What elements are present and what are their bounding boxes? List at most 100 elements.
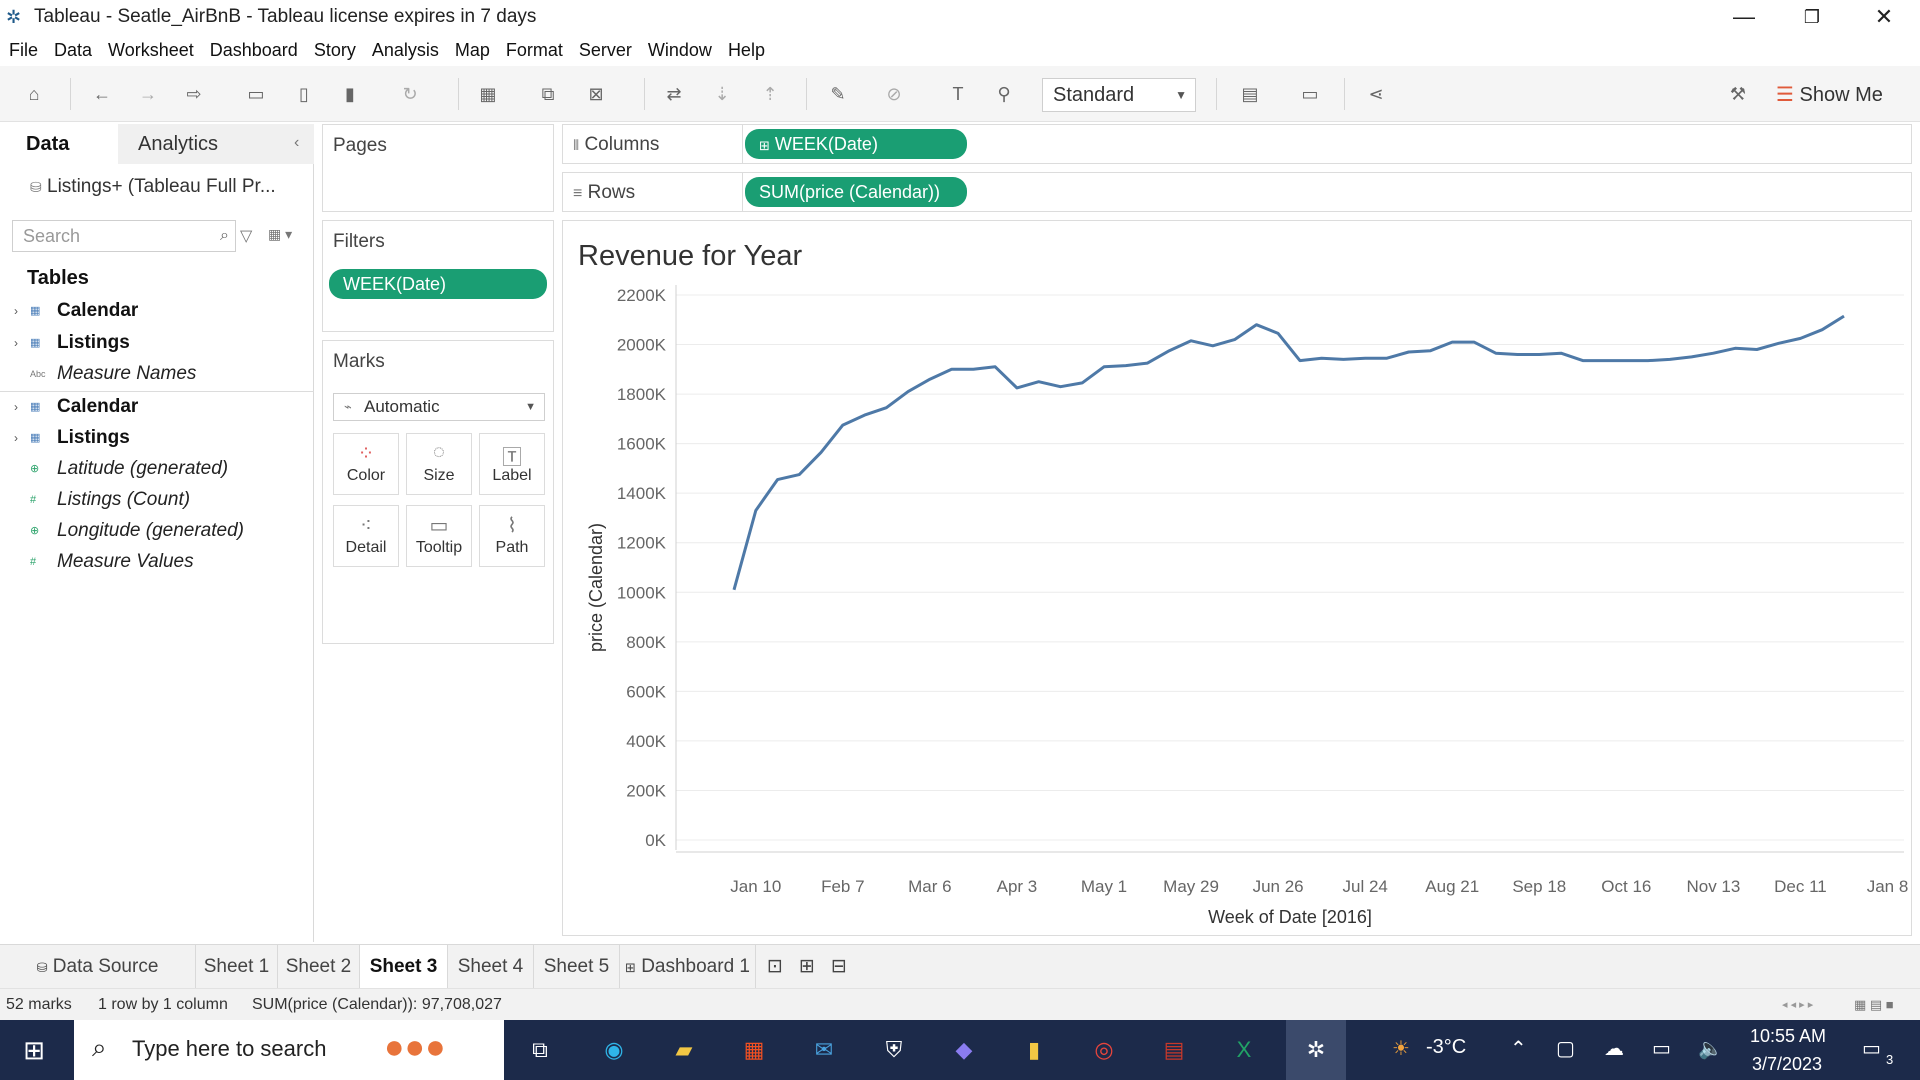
pause-updates-icon[interactable]: ▮ [336,80,364,108]
copilot-icon[interactable]: ◆ [944,1030,984,1070]
task-view-icon[interactable]: ⧉ [520,1030,560,1070]
menu-map[interactable]: Map [455,36,490,64]
field-item[interactable]: › ▦ Calendar [0,392,314,422]
page-nav-icon[interactable]: ◂ ◂ ▸ ▸ [1782,989,1813,1021]
field-item[interactable]: # Listings (Count) [0,485,314,515]
new-worksheet-icon[interactable]: ▦ [474,80,502,108]
microsoft-store-icon[interactable]: ▦ [734,1030,774,1070]
columns-shelf[interactable]: ⦀ Columns ⊞ WEEK(Date) [562,124,1912,164]
volume-icon[interactable]: 🔈 [1698,1036,1723,1061]
field-item[interactable]: › ▦ Listings [0,423,314,453]
line-chart[interactable]: 0K 200K 400K 600K 800K 1000K 1200K 1400K 1600K 18… [562,220,1912,936]
share-icon[interactable]: ⋖ [1362,80,1390,108]
replay-icon[interactable]: ⇨ [180,80,208,108]
menu-server[interactable]: Server [579,36,632,64]
field-item[interactable]: › ▦ Calendar [0,296,314,326]
field-item[interactable]: # Measure Values [0,547,314,577]
show-me-button[interactable]: ☰ Show Me [1776,82,1883,107]
field-item[interactable]: ⊕ Latitude (generated) [0,454,314,484]
file-explorer-icon[interactable]: ▰ [664,1030,704,1070]
columns-pill-week-date[interactable]: ⊞ WEEK(Date) [745,129,967,159]
menu-story[interactable]: Story [314,36,356,64]
weather-temp[interactable]: -3°C [1426,1036,1466,1059]
notification-icon[interactable]: ▭ [1862,1036,1881,1061]
windows-start-icon[interactable]: ⊞ [14,1030,54,1070]
camera-icon[interactable]: ▢ [1556,1036,1575,1061]
color-button[interactable]: ⁘ Color [333,433,399,495]
onedrive-icon[interactable]: ☁ [1604,1036,1624,1061]
clear-sheet-icon[interactable]: ⊠ [582,80,610,108]
show-cards-icon[interactable]: ▤ [1236,80,1264,108]
duplicate-sheet-icon[interactable]: ⧉ [534,80,562,108]
tableau-taskbar-icon[interactable]: ✲ [1286,1020,1346,1080]
tab-data-source[interactable]: ⛁ Data Source [0,945,196,989]
refresh-icon[interactable]: ↻ [396,80,424,108]
save-icon[interactable]: ▭ [242,80,270,108]
undo-icon[interactable]: ← [88,80,116,108]
clock-date[interactable]: 3/7/2023 [1752,1054,1822,1075]
group-members-icon[interactable]: ⊘ [880,80,908,108]
search-input[interactable]: Search ⌕ [12,220,236,252]
menu-analysis[interactable]: Analysis [372,36,439,64]
security-shield-icon[interactable]: ⛨ [874,1030,914,1070]
sort-ascending-icon[interactable]: ⇣ [708,80,736,108]
new-datasource-icon[interactable]: ▯ [290,80,318,108]
format-painter-icon[interactable]: ⚒ [1724,80,1752,108]
tab-sheet-5[interactable]: Sheet 5 [534,945,620,989]
sort-descending-icon[interactable]: ⇡ [756,80,784,108]
pages-card[interactable]: Pages [322,124,554,212]
rows-pill-sum-price[interactable]: SUM(price (Calendar)) [745,177,967,207]
detail-button[interactable]: ⁖ Detail [333,505,399,567]
filters-card[interactable]: Filters WEEK(Date) [322,220,554,332]
menu-file[interactable]: File [9,36,38,64]
highlight-icon[interactable]: ✎ [824,80,852,108]
datasource-item[interactable]: ⛁ Listings+ (Tableau Full Pr... [30,176,276,198]
swap-rows-columns-icon[interactable]: ⇄ [660,80,688,108]
chevron-up-icon[interactable]: ⌃ [1510,1036,1527,1061]
fix-axes-icon[interactable]: ⚲ [990,80,1018,108]
battery-icon[interactable]: ▭ [1652,1036,1671,1061]
tab-sheet-3[interactable]: Sheet 3 [360,945,448,989]
collapse-pane-icon[interactable]: ‹ [294,134,299,152]
menu-format[interactable]: Format [506,36,563,64]
tab-analytics[interactable]: Analytics [118,124,314,164]
show-mark-labels-icon[interactable]: T [944,80,972,108]
field-item[interactable]: Abc Measure Names [0,359,314,389]
power-bi-icon[interactable]: ▮ [1014,1030,1054,1070]
fit-select[interactable]: Standard ▼ [1042,78,1196,112]
rows-shelf[interactable]: ≡ Rows SUM(price (Calendar)) [562,172,1912,212]
filter-pill-week-date[interactable]: WEEK(Date) [329,269,547,299]
tab-dashboard-1[interactable]: ⊞ Dashboard 1 [620,945,756,989]
new-story-icon[interactable]: ⊟ [824,945,854,989]
tab-sheet-4[interactable]: Sheet 4 [448,945,534,989]
new-worksheet-icon[interactable]: ⊡ [760,945,790,989]
path-button[interactable]: ⌇ Path [479,505,545,567]
mark-type-select[interactable]: ⌁ Automatic ▼ [333,393,545,421]
new-dashboard-icon[interactable]: ⊞ [792,945,822,989]
minimize-button[interactable]: — [1710,0,1778,34]
mail-icon[interactable]: ✉ [804,1030,844,1070]
menu-worksheet[interactable]: Worksheet [108,36,194,64]
view-options-icon[interactable]: ▦ ▾ [268,226,292,243]
taskbar-search-input[interactable]: ⌕ Type here to search ●●● [74,1020,504,1080]
restore-button[interactable]: ❐ [1778,0,1846,34]
menu-help[interactable]: Help [728,36,765,64]
tab-sheet-1[interactable]: Sheet 1 [196,945,278,989]
excel-icon[interactable]: X [1224,1030,1264,1070]
tab-sheet-2[interactable]: Sheet 2 [278,945,360,989]
clock-time[interactable]: 10:55 AM [1750,1026,1826,1047]
tooltip-button[interactable]: ▭ Tooltip [406,505,472,567]
chrome-icon[interactable]: ◎ [1084,1030,1124,1070]
menu-data[interactable]: Data [54,36,92,64]
field-item[interactable]: ⊕ Longitude (generated) [0,516,314,546]
edge-icon[interactable]: ◉ [594,1030,634,1070]
field-item[interactable]: › ▦ Listings [0,328,314,358]
menu-dashboard[interactable]: Dashboard [210,36,298,64]
filter-icon[interactable]: ▽ [240,226,252,246]
weather-icon[interactable]: ☀ [1392,1036,1410,1061]
home-icon[interactable]: ⌂ [20,80,48,108]
label-button[interactable]: 🅃 Label [479,433,545,495]
redo-icon[interactable]: → [134,80,162,108]
presentation-mode-icon[interactable]: ▭ [1296,80,1324,108]
close-button[interactable]: ✕ [1850,0,1918,34]
